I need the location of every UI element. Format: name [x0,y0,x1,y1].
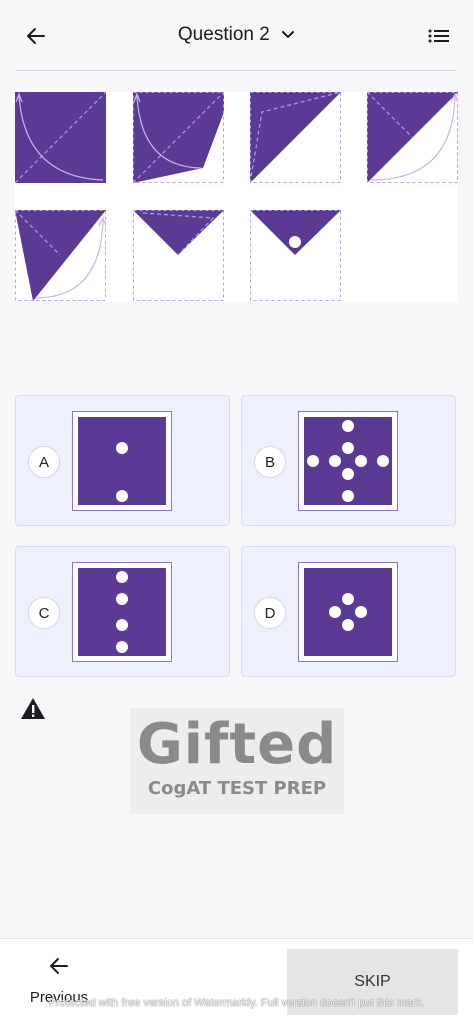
fold-step-2 [133,92,224,183]
list-icon [428,29,449,43]
bottom-bar: Previous SKIP [0,938,473,1024]
gifted-logo: Gifted CogAT TEST PREP [130,708,344,814]
option-letter: C [28,597,60,629]
option-c-image [72,562,172,662]
fold-step-1 [15,92,106,183]
option-d[interactable]: D [241,546,456,677]
fold-step-6 [133,210,224,301]
page-title: Question 2 [177,24,270,46]
arrow-left-icon [47,957,71,979]
fold-step-3 [250,92,341,183]
option-b-image [298,411,398,511]
top-bar: Question 2 [0,0,473,70]
header-divider [15,70,457,71]
logo-subtitle: CogAT TEST PREP [147,778,327,799]
option-letter: B [254,446,286,478]
question-list-button[interactable] [425,22,453,50]
option-b[interactable]: B [241,395,456,526]
fold-step-5 [15,210,106,301]
option-d-image [298,562,398,662]
option-a[interactable]: A [15,395,230,526]
fold-step-4 [367,92,458,183]
watermark-text: Protected with free version of Watermark… [48,997,425,1009]
option-c[interactable]: C [15,546,230,677]
chevron-down-icon [281,22,295,48]
question-image [15,92,458,302]
previous-button[interactable]: Previous [18,951,100,1021]
question-selector[interactable]: Question 2 [0,22,473,48]
report-button[interactable] [20,697,46,721]
option-a-image [72,411,172,511]
warning-icon [21,698,45,719]
fold-step-7 [250,210,341,301]
option-letter: A [28,446,60,478]
logo-title: Gifted [136,712,338,777]
option-letter: D [254,597,286,629]
